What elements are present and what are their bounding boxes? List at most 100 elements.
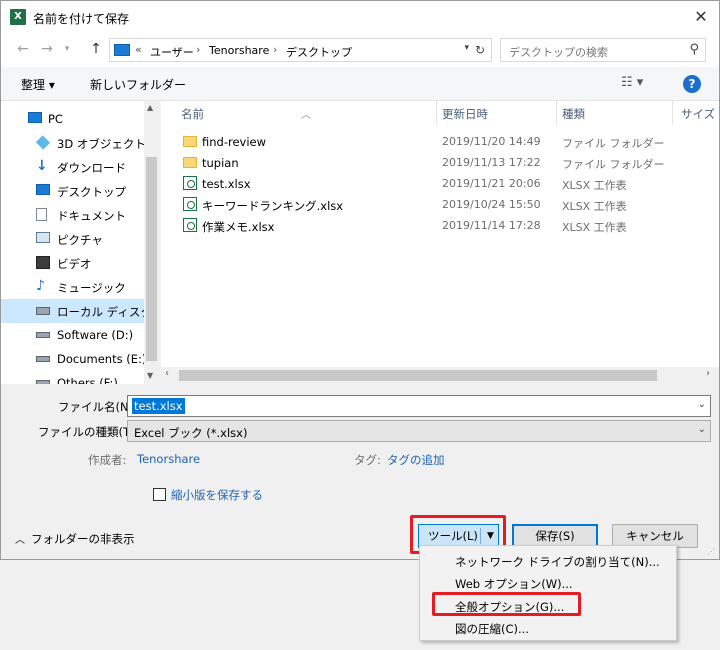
column-header-size[interactable]: サイズ xyxy=(673,101,719,125)
organize-button[interactable]: 整理 ▾ xyxy=(21,76,55,93)
nav-item-downloads[interactable]: ↓ ダウンロード xyxy=(1,155,144,179)
nav-item-label: ダウンロード xyxy=(57,161,126,175)
file-row[interactable]: 作業メモ.xlsx 2019/11/14 17:28 XLSX 工作表 xyxy=(161,215,719,236)
close-button[interactable]: ✕ xyxy=(689,5,713,29)
pc-icon xyxy=(114,44,130,56)
annotation-highlight-general-options xyxy=(432,592,581,616)
new-folder-button[interactable]: 新しいフォルダー xyxy=(90,76,186,93)
navigation-pane: PC 3D オブジェクト ↓ ダウンロード デスクトップ ドキュメント ピクチャ… xyxy=(1,101,159,384)
file-type: ファイル フォルダー xyxy=(562,158,665,171)
hide-folders-button[interactable]: ︿ フォルダーの非表示 xyxy=(15,531,135,547)
nav-item-label: Software (D:) xyxy=(57,328,134,342)
column-header-date[interactable]: 更新日時 xyxy=(437,101,556,125)
back-arrow-icon[interactable]: ← xyxy=(15,41,31,57)
nav-item-software-d[interactable]: Software (D:) xyxy=(1,323,144,347)
filename-input[interactable]: test.xlsx ⌄ xyxy=(127,395,711,417)
nav-item-documents-e[interactable]: Documents (E:) xyxy=(1,347,146,371)
filetype-select[interactable]: Excel ブック (*.xlsx) ⌄ xyxy=(127,420,711,442)
tags-field[interactable]: タグの追加 xyxy=(387,452,445,468)
file-date: 2019/11/20 14:49 xyxy=(442,135,541,148)
video-icon xyxy=(36,256,50,269)
document-icon xyxy=(36,208,47,221)
pc-icon xyxy=(28,112,42,123)
address-row: ← → ▾ ↑ « ユーザー › Tenorshare › デスクトップ ▾ ↻… xyxy=(1,33,719,67)
save-thumbnail-checkbox[interactable] xyxy=(153,488,166,501)
search-input[interactable]: デスクトップの検索 ⚲ xyxy=(500,38,706,62)
drive-icon xyxy=(36,356,50,362)
nav-scrollbar[interactable]: ▲ ▼ xyxy=(144,101,159,384)
forward-arrow-icon[interactable]: → xyxy=(39,41,55,57)
window-title: 名前を付けて保存 xyxy=(33,12,130,26)
chevron-down-icon[interactable]: ⌄ xyxy=(698,399,706,410)
scroll-up-icon[interactable]: ▲ xyxy=(147,103,153,112)
file-date: 2019/11/14 17:28 xyxy=(442,219,541,232)
hide-folders-label: フォルダーの非表示 xyxy=(31,532,135,546)
file-date: 2019/10/24 15:50 xyxy=(442,198,541,211)
nav-item-label: Others (F:) xyxy=(57,376,118,384)
scroll-left-icon[interactable]: ‹ xyxy=(165,368,169,379)
menu-item-map-network-drive[interactable]: ネットワーク ドライブの割り当て(N)... xyxy=(455,554,660,570)
file-row[interactable]: test.xlsx 2019/11/21 20:06 XLSX 工作表 xyxy=(161,173,719,194)
search-placeholder: デスクトップの検索 xyxy=(509,46,608,59)
recent-locations-icon[interactable]: ▾ xyxy=(59,44,75,54)
file-list: 名前 ︿ 更新日時 種類 サイズ find-review 2019/11/20 … xyxy=(161,101,719,384)
file-row[interactable]: tupian 2019/11/13 17:22 ファイル フォルダー xyxy=(161,152,719,173)
scroll-thumb[interactable] xyxy=(146,157,157,361)
nav-item-music[interactable]: ♪ ミュージック xyxy=(1,275,144,299)
chevron-down-icon[interactable]: ▾ xyxy=(464,43,469,53)
nav-item-desktop[interactable]: デスクトップ xyxy=(1,179,144,203)
chevron-right-icon[interactable]: › xyxy=(196,43,200,56)
nav-item-pictures[interactable]: ピクチャ xyxy=(1,227,144,251)
column-label: 種類 xyxy=(562,107,585,121)
nav-item-label: ドキュメント xyxy=(57,209,126,223)
author-field[interactable]: Tenorshare xyxy=(137,452,200,466)
chevron-right-icon[interactable]: › xyxy=(273,43,277,56)
file-name: test.xlsx xyxy=(202,177,251,191)
scroll-thumb[interactable] xyxy=(179,370,657,381)
file-date: 2019/11/21 20:06 xyxy=(442,177,541,190)
horizontal-scrollbar[interactable]: ‹ › xyxy=(161,367,719,384)
column-header-name[interactable]: 名前 ︿ xyxy=(161,101,436,125)
help-icon[interactable]: ? xyxy=(683,75,701,93)
column-label: 名前 xyxy=(181,107,204,121)
drive-icon xyxy=(36,307,50,315)
filetype-value: Excel ブック (*.xlsx) xyxy=(134,426,248,440)
nav-item-documents[interactable]: ドキュメント xyxy=(1,203,144,227)
music-icon: ♪ xyxy=(36,278,45,294)
scroll-right-icon[interactable]: › xyxy=(706,368,710,379)
filename-value: test.xlsx xyxy=(132,398,185,414)
nav-item-pc[interactable]: PC xyxy=(1,107,144,131)
file-row[interactable]: find-review 2019/11/20 14:49 ファイル フォルダー xyxy=(161,131,719,152)
breadcrumb-desktop[interactable]: デスクトップ xyxy=(286,44,352,60)
menu-item-compress-pictures[interactable]: 図の圧縮(C)... xyxy=(455,621,529,637)
nav-item-label: デスクトップ xyxy=(57,185,126,199)
xlsx-file-icon xyxy=(183,197,197,211)
menu-item-web-options[interactable]: Web オプション(W)... xyxy=(455,576,573,592)
file-type: ファイル フォルダー xyxy=(562,137,665,150)
scroll-down-icon[interactable]: ▼ xyxy=(147,371,153,380)
file-name: tupian xyxy=(202,156,239,170)
column-header-type[interactable]: 種類 xyxy=(557,101,672,125)
breadcrumb-tenorshare[interactable]: Tenorshare xyxy=(209,44,269,57)
file-row[interactable]: キーワードランキング.xlsx 2019/10/24 15:50 XLSX 工作… xyxy=(161,194,719,215)
pictures-icon xyxy=(36,232,50,243)
command-toolbar: 整理 ▾ 新しいフォルダー ☷ ▾ ? xyxy=(1,67,719,101)
address-overflow[interactable]: « xyxy=(135,43,142,56)
resize-grip-icon[interactable]: ⋰ xyxy=(707,547,717,557)
chevron-down-icon[interactable]: ⌄ xyxy=(698,424,706,435)
address-bar[interactable]: « ユーザー › Tenorshare › デスクトップ ▾ ↻ xyxy=(109,38,492,62)
refresh-icon[interactable]: ↻ xyxy=(472,42,488,58)
up-arrow-icon[interactable]: ↑ xyxy=(88,41,104,57)
file-date: 2019/11/13 17:22 xyxy=(442,156,541,169)
nav-item-3d-objects[interactable]: 3D オブジェクト xyxy=(1,131,146,155)
view-options-icon[interactable]: ☷ ▾ xyxy=(621,75,643,90)
download-icon: ↓ xyxy=(36,158,48,174)
tags-label: タグ: xyxy=(354,453,381,467)
nav-item-local-disk-c[interactable]: ローカル ディスク (C xyxy=(1,299,159,323)
folder-icon xyxy=(183,157,197,168)
save-thumbnail-label[interactable]: 縮小版を保存する xyxy=(171,487,263,503)
nav-item-videos[interactable]: ビデオ xyxy=(1,251,144,275)
nav-item-others-f[interactable]: Others (F:) xyxy=(1,371,144,384)
search-icon: ⚲ xyxy=(689,42,699,57)
breadcrumb-users[interactable]: ユーザー xyxy=(150,44,194,60)
